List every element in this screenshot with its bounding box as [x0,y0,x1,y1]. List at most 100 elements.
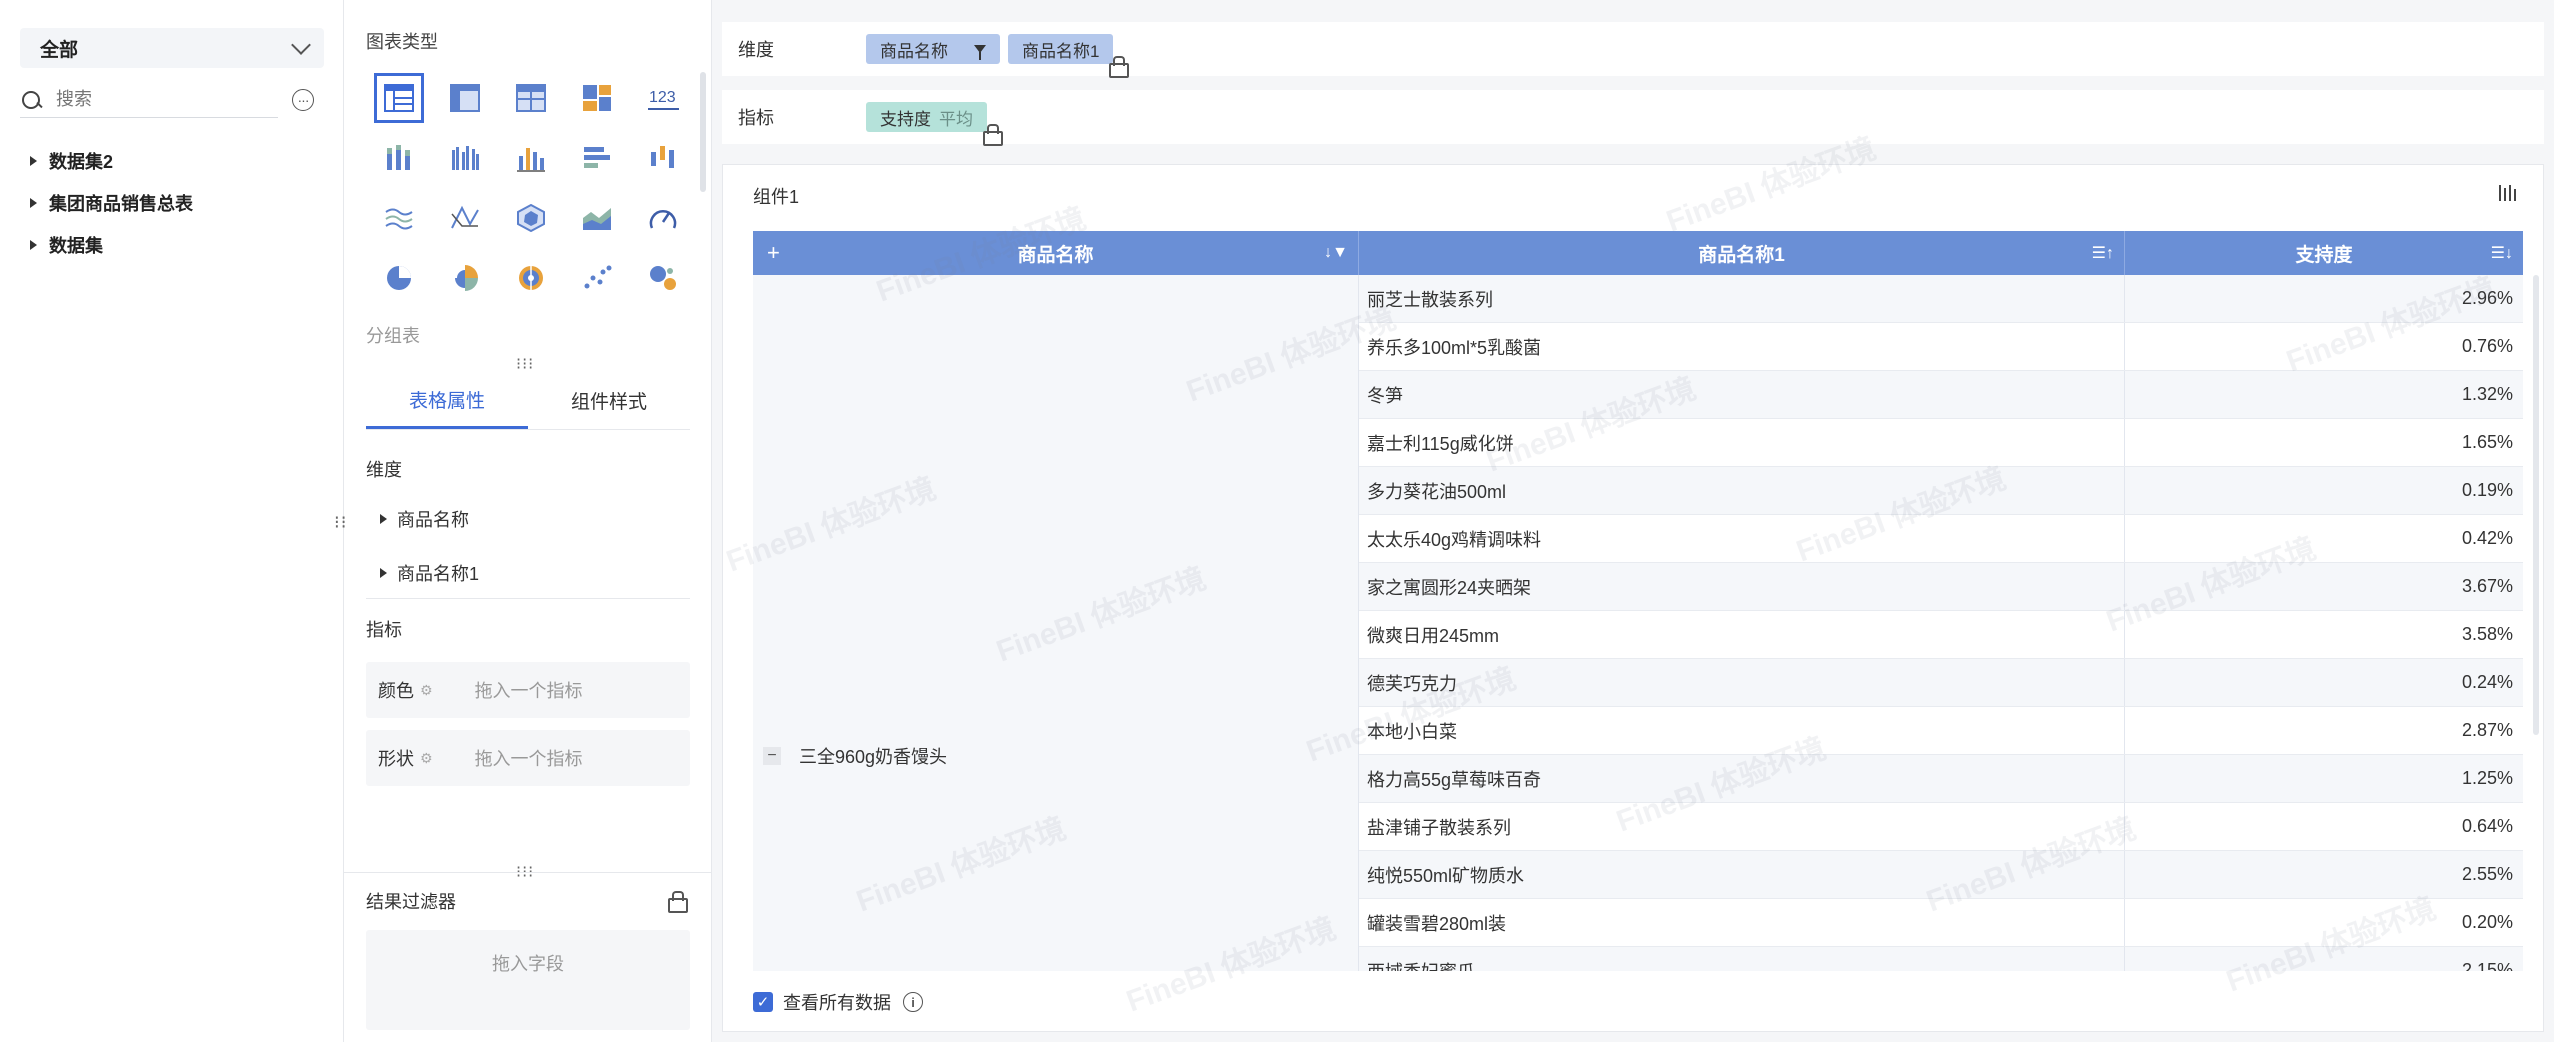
table-row[interactable]: 罐装雪碧280ml装 0.20% [1359,899,2523,947]
lock-icon[interactable] [666,890,688,913]
config-dimension-title: 维度 [366,460,402,480]
tree-item-dataset2[interactable]: 数据集2 [30,140,193,182]
chart-type-cross-table[interactable] [432,68,498,128]
tab-widget-style[interactable]: 组件样式 [528,372,690,429]
search-row: ··· [20,82,320,118]
chart-type-detail-table[interactable] [498,68,564,128]
grouped-table: + 商品名称 ↓▼ 商品名称1 ☰↑ 支持度 ☰↓ − 三全960g奶香馒头 丽… [753,231,2523,971]
checkbox-checked-icon[interactable]: ✓ [753,992,773,1012]
lock-icon[interactable] [1107,55,1130,78]
chart-type-multi-line[interactable] [366,188,432,248]
measure-pill[interactable]: 支持度 平均 [866,102,987,132]
chart-type-kpi[interactable]: 123 [630,68,696,128]
table-row[interactable]: 养乐多100ml*5乳酸菌 0.76% [1359,323,2523,371]
color-drop-zone[interactable]: 颜色 ⚙ 拖入一个指标 [366,662,690,718]
table-row[interactable]: 微爽日用245mm 3.58% [1359,611,2523,659]
info-icon[interactable]: i [903,992,923,1012]
chart-type-rose[interactable] [432,248,498,308]
table-row[interactable]: 多力葵花油500ml 0.19% [1359,467,2523,515]
chart-type-horizontal-bar[interactable] [564,128,630,188]
column-header-support[interactable]: 支持度 ☰↓ [2125,231,2523,275]
widget-settings-icon[interactable] [2497,183,2519,208]
pie-chart-icon [387,266,411,290]
table-row[interactable]: 家之寓圆形24夹晒架 3.67% [1359,563,2523,611]
config-dimension-item[interactable]: 商品名称1 [380,560,479,586]
measure-shelf[interactable]: 指标 支持度 平均 [722,90,2544,146]
cell-product-name: 微爽日用245mm [1359,611,2125,658]
table-row[interactable]: 嘉士利115g威化饼 1.65% [1359,419,2523,467]
treemap-icon [583,85,611,111]
view-all-data-toggle[interactable]: ✓ 查看所有数据 i [753,989,923,1015]
grouped-table-icon [384,84,414,112]
dimension-pill-label: 商品名称 [880,41,948,61]
chart-type-stacked-bar[interactable] [366,128,432,188]
tree-item-dataset[interactable]: 数据集 [30,224,193,266]
panel-resize-handle-icon[interactable]: ⁝⁝ [334,512,347,533]
chart-type-pie[interactable] [366,248,432,308]
drag-handle-icon[interactable]: ⁝⁝⁝ [516,354,534,374]
chart-type-bubble[interactable] [630,248,696,308]
table-scrollbar[interactable] [2533,275,2539,735]
chart-type-grouped-bar[interactable] [432,128,498,188]
dimension-shelf[interactable]: 维度 商品名称 商品名称1 [722,22,2544,78]
chart-type-scrollbar[interactable] [700,72,706,192]
tree-item-label: 数据集 [49,236,103,256]
search-box[interactable] [20,82,278,118]
table-row[interactable]: 德芙巧克力 0.24% [1359,659,2523,707]
measure-pill-aggregation: 平均 [939,109,973,129]
cell-product-name: 养乐多100ml*5乳酸菌 [1359,323,2125,370]
table-row[interactable]: 西域香妃蜜瓜 2.15% [1359,947,2523,971]
more-icon[interactable]: ··· [292,89,314,111]
table-row[interactable]: 本地小白菜 2.87% [1359,707,2523,755]
table-row[interactable]: 盐津铺子散装系列 0.64% [1359,803,2523,851]
expand-all-icon[interactable]: + [767,240,780,266]
tree-item-sales-table[interactable]: 集团商品销售总表 [30,182,193,224]
search-icon [20,89,42,111]
chart-type-bar[interactable] [498,128,564,188]
chart-type-radar[interactable] [498,188,564,248]
chart-type-grouped-table[interactable] [366,68,432,128]
config-dimension-item[interactable]: 商品名称 [380,506,469,532]
scope-select[interactable]: 全部 [20,28,324,68]
chart-type-range-bar[interactable] [630,128,696,188]
table-row[interactable]: 冬笋 1.32% [1359,371,2523,419]
sort-asc-icon[interactable]: ☰↑ [2092,243,2114,263]
chart-type-treemap[interactable] [564,68,630,128]
table-row[interactable]: 纯悦550ml矿物质水 2.55% [1359,851,2523,899]
cell-product-name: 本地小白菜 [1359,707,2125,754]
grouped-bar-icon [452,146,479,170]
radar-icon [517,204,545,232]
config-measure-title: 指标 [366,620,402,640]
group-row-header[interactable]: − 三全960g奶香馒头 [763,743,947,769]
chart-type-grid: 123 [366,68,696,308]
chart-type-multilayer-pie[interactable] [498,248,564,308]
gear-icon[interactable]: ⚙ [420,682,433,699]
tab-table-properties[interactable]: 表格属性 [366,372,528,429]
dimension-pill[interactable]: 商品名称 [866,34,1000,64]
table-row[interactable]: 格力高55g草莓味百奇 1.25% [1359,755,2523,803]
search-input[interactable] [56,89,256,110]
dimension-pill[interactable]: 商品名称1 [1008,34,1114,64]
sort-filter-icon[interactable]: ↓▼ [1324,244,1348,262]
column-header-product-name[interactable]: + 商品名称 ↓▼ [753,231,1359,275]
chart-type-radar-line[interactable] [432,188,498,248]
gauge-icon [649,210,677,229]
sort-desc-icon[interactable]: ☰↓ [2491,243,2513,263]
lock-icon[interactable] [981,123,1003,146]
filter-icon[interactable] [974,45,986,60]
shape-drop-zone[interactable]: 形状 ⚙ 拖入一个指标 [366,730,690,786]
filter-drop-zone[interactable]: 拖入字段 [366,930,690,1030]
collapse-icon[interactable]: − [763,747,781,765]
caret-right-icon [30,156,37,166]
cell-support: 0.20% [2461,912,2513,932]
range-bar-icon [651,146,674,168]
gear-icon[interactable]: ⚙ [420,750,433,767]
chart-type-gauge[interactable] [630,188,696,248]
chart-type-scatter[interactable] [564,248,630,308]
table-row[interactable]: 丽芝士散装系列 2.96% [1359,275,2523,323]
column-header-product-name-1[interactable]: 商品名称1 ☰↑ [1359,231,2125,275]
multi-line-icon [385,208,413,230]
cell-product-name: 德芙巧克力 [1359,659,2125,706]
table-row[interactable]: 太太乐40g鸡精调味料 0.42% [1359,515,2523,563]
chart-type-area[interactable] [564,188,630,248]
